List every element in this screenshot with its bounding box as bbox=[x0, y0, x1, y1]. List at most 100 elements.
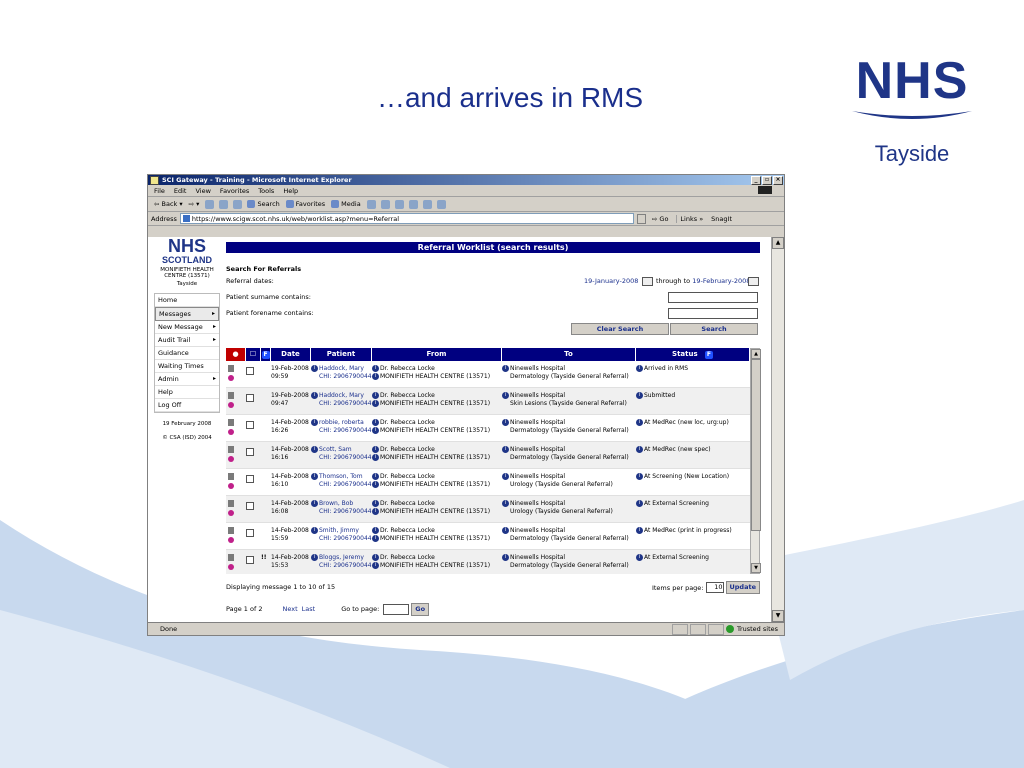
col-from[interactable]: From bbox=[372, 348, 502, 361]
practice-info-icon[interactable]: i bbox=[372, 508, 379, 515]
practice-info-icon[interactable]: i bbox=[372, 373, 379, 380]
col-flag[interactable]: F bbox=[261, 348, 271, 361]
row-checkbox[interactable] bbox=[246, 502, 254, 510]
row-patient[interactable]: i Bloggs, Jeremy CHI: 2906790044 bbox=[311, 550, 372, 574]
practice-info-icon[interactable]: i bbox=[372, 562, 379, 569]
discuss-icon[interactable] bbox=[422, 199, 432, 209]
document-icon[interactable] bbox=[228, 392, 234, 399]
practice-info-icon[interactable]: i bbox=[372, 400, 379, 407]
patient-info-icon[interactable]: i bbox=[311, 365, 318, 372]
row-checkbox[interactable] bbox=[246, 448, 254, 456]
document-icon[interactable] bbox=[228, 554, 234, 561]
media-button[interactable]: Media bbox=[331, 200, 361, 208]
to-info-icon[interactable]: i bbox=[502, 392, 509, 399]
status-info-icon[interactable]: i bbox=[636, 527, 643, 534]
close-button[interactable]: × bbox=[773, 175, 783, 185]
menu-edit[interactable]: Edit bbox=[174, 187, 187, 195]
links-button[interactable]: Links » bbox=[676, 214, 703, 223]
refresh-icon[interactable] bbox=[219, 199, 229, 209]
search-button[interactable]: Search bbox=[247, 200, 280, 208]
from-info-icon[interactable]: i bbox=[372, 527, 379, 534]
page-scroll-down-icon[interactable]: ▼ bbox=[772, 610, 784, 622]
table-row[interactable]: !! 14-Feb-2008 15:53 i Bloggs, Jeremy CHI: 29… bbox=[226, 550, 750, 574]
table-row[interactable]: 14-Feb-2008 16:08 i Brown, Bob CHI: 29067900… bbox=[226, 496, 750, 523]
calendar-from-icon[interactable] bbox=[642, 276, 653, 286]
nav-log-off[interactable]: Log Off bbox=[155, 399, 219, 412]
goto-page-input[interactable] bbox=[383, 603, 410, 615]
nav-help[interactable]: Help bbox=[155, 386, 219, 399]
scroll-up-icon[interactable]: ▲ bbox=[751, 349, 761, 359]
nav-messages[interactable]: Messages ▸ bbox=[155, 307, 219, 321]
page-scroll-up-icon[interactable]: ▲ bbox=[772, 237, 784, 249]
mail-icon[interactable] bbox=[380, 199, 390, 209]
table-row[interactable]: 14-Feb-2008 16:26 i robbie, roberta CHI: 290… bbox=[226, 415, 750, 442]
patient-info-icon[interactable]: i bbox=[311, 446, 318, 453]
row-checkbox[interactable] bbox=[246, 475, 254, 483]
menu-help[interactable]: Help bbox=[283, 187, 298, 195]
row-checkbox[interactable] bbox=[246, 421, 254, 429]
calendar-to-icon[interactable] bbox=[748, 276, 759, 286]
status-info-icon[interactable]: i bbox=[636, 500, 643, 507]
scroll-thumb[interactable] bbox=[751, 359, 761, 531]
goto-go-button[interactable]: Go bbox=[411, 602, 430, 616]
search-button[interactable]: Search bbox=[670, 323, 758, 335]
to-info-icon[interactable]: i bbox=[502, 500, 509, 507]
status-info-icon[interactable]: i bbox=[636, 365, 643, 372]
menu-favorites[interactable]: Favorites bbox=[220, 187, 249, 195]
table-scrollbar[interactable]: ▲ ▼ bbox=[750, 348, 761, 574]
row-patient[interactable]: i Scott, Sam CHI: 2906790044 bbox=[311, 442, 372, 468]
table-row[interactable]: 14-Feb-2008 15:59 i Smith, Jimmy CHI: 290679… bbox=[226, 523, 750, 550]
last-link[interactable]: Last bbox=[302, 605, 316, 613]
from-info-icon[interactable]: i bbox=[372, 392, 379, 399]
col-date[interactable]: Date bbox=[271, 348, 311, 361]
clear-search-button[interactable]: Clear Search bbox=[571, 323, 669, 335]
nav-admin[interactable]: Admin ▸ bbox=[155, 373, 219, 386]
forename-input[interactable] bbox=[668, 307, 758, 319]
table-row[interactable]: 14-Feb-2008 16:10 i Thomson, Tom CHI: 290679… bbox=[226, 469, 750, 496]
patient-name[interactable]: robbie, roberta bbox=[319, 419, 364, 426]
from-info-icon[interactable]: i bbox=[372, 500, 379, 507]
patient-name[interactable]: Scott, Sam bbox=[319, 446, 352, 453]
document-icon[interactable] bbox=[228, 419, 234, 426]
row-patient[interactable]: i robbie, roberta CHI: 2906790044 bbox=[311, 415, 372, 441]
address-dropdown-icon[interactable] bbox=[636, 213, 646, 224]
to-info-icon[interactable]: i bbox=[502, 527, 509, 534]
nav-home[interactable]: Home bbox=[155, 294, 219, 307]
to-info-icon[interactable]: i bbox=[502, 473, 509, 480]
practice-info-icon[interactable]: i bbox=[372, 481, 379, 488]
to-info-icon[interactable]: i bbox=[502, 419, 509, 426]
date-to-value[interactable]: 19-February-2008 bbox=[692, 277, 750, 285]
patient-info-icon[interactable]: i bbox=[311, 473, 318, 480]
menu-view[interactable]: View bbox=[195, 187, 210, 195]
patient-info-icon[interactable]: i bbox=[311, 527, 318, 534]
patient-name[interactable]: Brown, Bob bbox=[319, 500, 353, 507]
document-icon[interactable] bbox=[228, 473, 234, 480]
from-info-icon[interactable]: i bbox=[372, 554, 379, 561]
status-info-icon[interactable]: i bbox=[636, 392, 643, 399]
minimize-button[interactable]: _ bbox=[751, 175, 761, 185]
update-button[interactable]: Update bbox=[725, 581, 760, 594]
scroll-down-icon[interactable]: ▼ bbox=[751, 563, 761, 573]
practice-info-icon[interactable]: i bbox=[372, 535, 379, 542]
to-info-icon[interactable]: i bbox=[502, 554, 509, 561]
col-status[interactable]: Status F bbox=[636, 348, 750, 361]
document-icon[interactable] bbox=[228, 446, 234, 453]
stop-icon[interactable] bbox=[205, 199, 215, 209]
col-to[interactable]: To bbox=[502, 348, 636, 361]
status-info-icon[interactable]: i bbox=[636, 554, 643, 561]
edit-icon[interactable] bbox=[408, 199, 418, 209]
status-info-icon[interactable]: i bbox=[636, 419, 643, 426]
patient-name[interactable]: Haddock, Mary bbox=[319, 365, 364, 372]
address-field[interactable]: https://www.scigw.scot.nhs.uk/web/workli… bbox=[179, 213, 634, 224]
patient-info-icon[interactable]: i bbox=[311, 392, 318, 399]
col-select-all[interactable]: ☐ bbox=[246, 348, 261, 361]
patient-info-icon[interactable]: i bbox=[311, 419, 318, 426]
from-info-icon[interactable]: i bbox=[372, 419, 379, 426]
snagit-button[interactable]: SnagIt bbox=[711, 215, 732, 223]
history-icon[interactable] bbox=[366, 199, 376, 209]
status-info-icon[interactable]: i bbox=[636, 446, 643, 453]
document-icon[interactable] bbox=[228, 365, 234, 372]
row-patient[interactable]: i Haddock, Mary CHI: 2906790044 bbox=[311, 388, 372, 414]
nav-new-message[interactable]: New Message ▸ bbox=[155, 321, 219, 334]
maximize-button[interactable]: ▫ bbox=[762, 175, 772, 185]
